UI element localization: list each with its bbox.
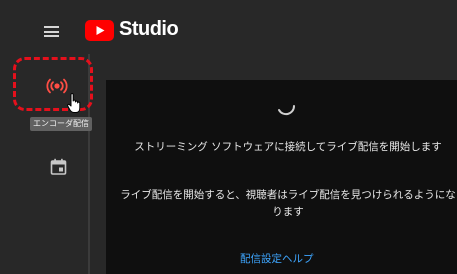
visibility-info-text: ライブ配信を開始すると、視聴者はライブ配信を見つけられるようになります: [120, 189, 456, 218]
hamburger-menu-icon[interactable]: [44, 26, 59, 37]
calendar-icon[interactable]: [50, 158, 67, 175]
connect-instruction-text: ストリーミング ソフトウェアに接続してライブ配信を開始します: [134, 141, 442, 153]
brand-name[interactable]: Studio: [119, 18, 179, 41]
spinner-icon: [278, 105, 296, 116]
app-header: Studio: [0, 0, 457, 54]
encoder-tooltip: エンコーダ配信: [30, 117, 92, 131]
youtube-play-logo-icon[interactable]: [85, 20, 114, 41]
stream-settings-help-link[interactable]: 配信設定ヘルプ: [240, 251, 314, 266]
hand-pointer-cursor-icon: [67, 93, 81, 113]
